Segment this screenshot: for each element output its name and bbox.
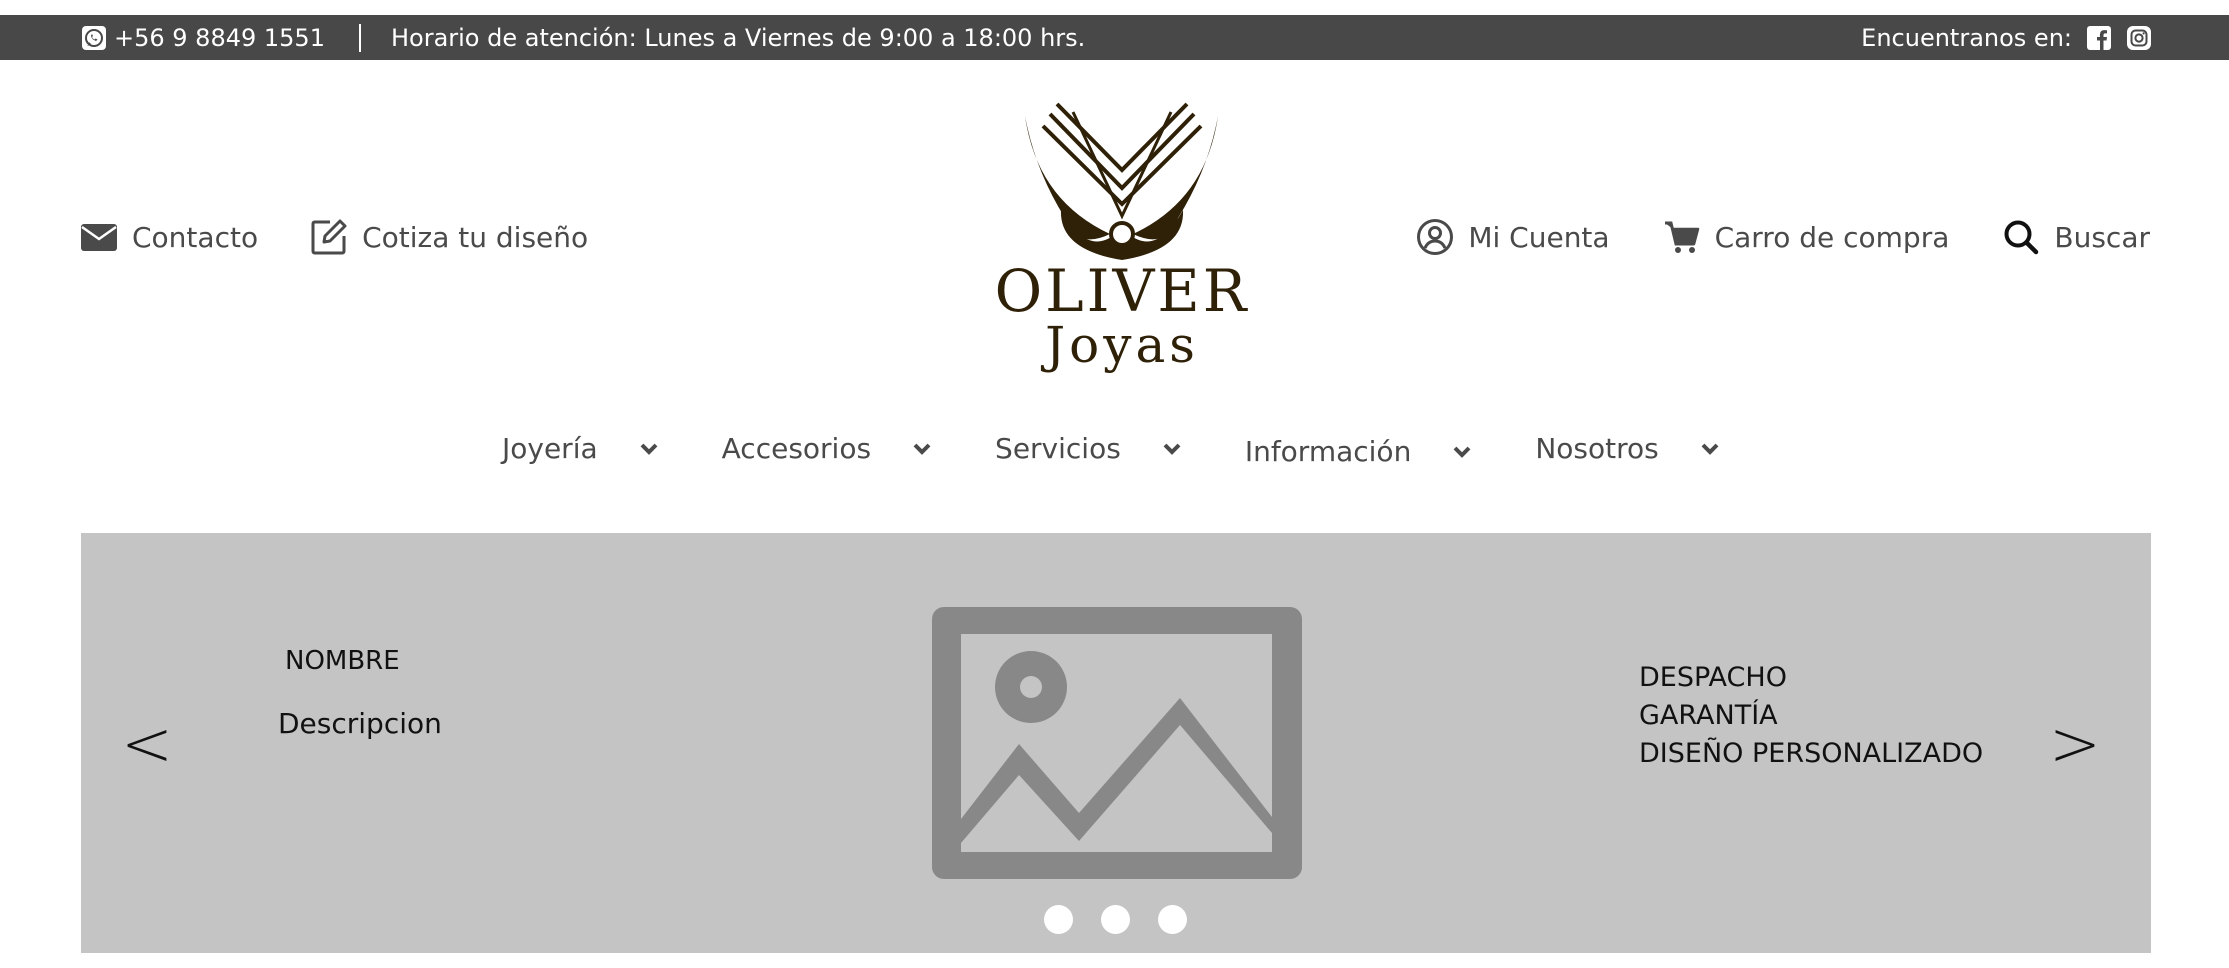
nav-item-joyeria[interactable]: Joyería: [502, 432, 660, 465]
header-right-links: Mi Cuenta Carro de compra Buscar: [1416, 218, 2150, 256]
nav-item-label: Información: [1244, 435, 1412, 468]
user-circle-icon: [1416, 218, 1454, 256]
slider-pagination: [1044, 905, 1187, 934]
cart-label: Carro de compra: [1714, 220, 1950, 254]
edit-icon: [310, 218, 348, 256]
quote-design-label: Cotiza tu diseño: [362, 220, 589, 254]
feature-item: DISEÑO PERSONALIZADO: [1639, 738, 1984, 769]
search-link[interactable]: Buscar: [2002, 218, 2150, 256]
top-bar: +56 9 8849 1551 Horario de atención: Lun…: [0, 15, 2229, 60]
logo-mark: OLIVER Joyas: [995, 102, 1249, 374]
logo-wordmark: OLIVER: [995, 257, 1249, 325]
image-placeholder-icon: [932, 607, 1302, 879]
phone-number[interactable]: +56 9 8849 1551: [114, 24, 325, 52]
quote-design-link[interactable]: Cotiza tu diseño: [310, 218, 588, 256]
product-description: Descripcion: [278, 707, 442, 740]
nav-item-nosotros[interactable]: Nosotros: [1535, 432, 1720, 465]
header-left-links: Contacto Cotiza tu diseño: [80, 218, 588, 256]
slider-next-button[interactable]: >: [2049, 713, 2101, 775]
nav-item-informacion[interactable]: Información: [1245, 435, 1474, 468]
divider: [358, 23, 361, 52]
search-icon: [2002, 218, 2040, 256]
feature-list: DESPACHO GARANTÍA DISEÑO PERSONALIZADO: [1639, 659, 1983, 773]
slider-dot[interactable]: [1158, 905, 1187, 934]
contact-link[interactable]: Contacto: [80, 218, 258, 256]
contact-label: Contacto: [132, 220, 259, 254]
product-name: NOMBRE: [285, 646, 400, 676]
find-us-label: Encuentranos en:: [1861, 23, 2072, 52]
nav-item-label: Servicios: [995, 432, 1121, 465]
top-bar-contact: +56 9 8849 1551 Horario de atención: Lun…: [81, 15, 1085, 60]
nav-item-accesorios[interactable]: Accesorios: [722, 432, 933, 465]
cart-link[interactable]: Carro de compra: [1663, 218, 1950, 256]
chevron-down-icon: [1161, 438, 1183, 460]
account-link[interactable]: Mi Cuenta: [1416, 218, 1610, 256]
feature-item: GARANTÍA: [1639, 700, 1778, 731]
instagram-icon[interactable]: [2126, 25, 2152, 51]
logo-subtitle: Joyas: [1040, 316, 1199, 374]
search-label: Buscar: [2054, 220, 2150, 254]
social-links: Encuentranos en:: [1861, 15, 2152, 60]
facebook-icon[interactable]: [2086, 25, 2112, 51]
main-nav: Joyería Accesorios Servicios Información…: [502, 432, 1721, 468]
cart-icon: [1663, 218, 1701, 256]
slider-dot[interactable]: [1044, 905, 1073, 934]
whatsapp-icon[interactable]: [81, 25, 107, 51]
nav-item-servicios[interactable]: Servicios: [995, 432, 1183, 465]
account-label: Mi Cuenta: [1468, 220, 1610, 254]
nav-item-label: Accesorios: [721, 432, 872, 465]
feature-item: DESPACHO: [1639, 662, 1787, 693]
slider-dot[interactable]: [1101, 905, 1130, 934]
business-hours: Horario de atención: Lunes a Viernes de …: [390, 23, 1086, 52]
nav-item-label: Nosotros: [1535, 432, 1659, 465]
mail-icon: [80, 218, 118, 256]
brand-logo[interactable]: OLIVER Joyas: [995, 100, 1250, 380]
hero-slider: < NOMBRE Descripcion DESPACHO GARANTÍA D…: [81, 533, 2151, 953]
chevron-down-icon: [1451, 441, 1473, 463]
chevron-down-icon: [638, 438, 660, 460]
chevron-down-icon: [1699, 438, 1721, 460]
nav-item-label: Joyería: [502, 432, 598, 465]
slider-prev-button[interactable]: <: [121, 713, 173, 775]
chevron-down-icon: [911, 438, 933, 460]
